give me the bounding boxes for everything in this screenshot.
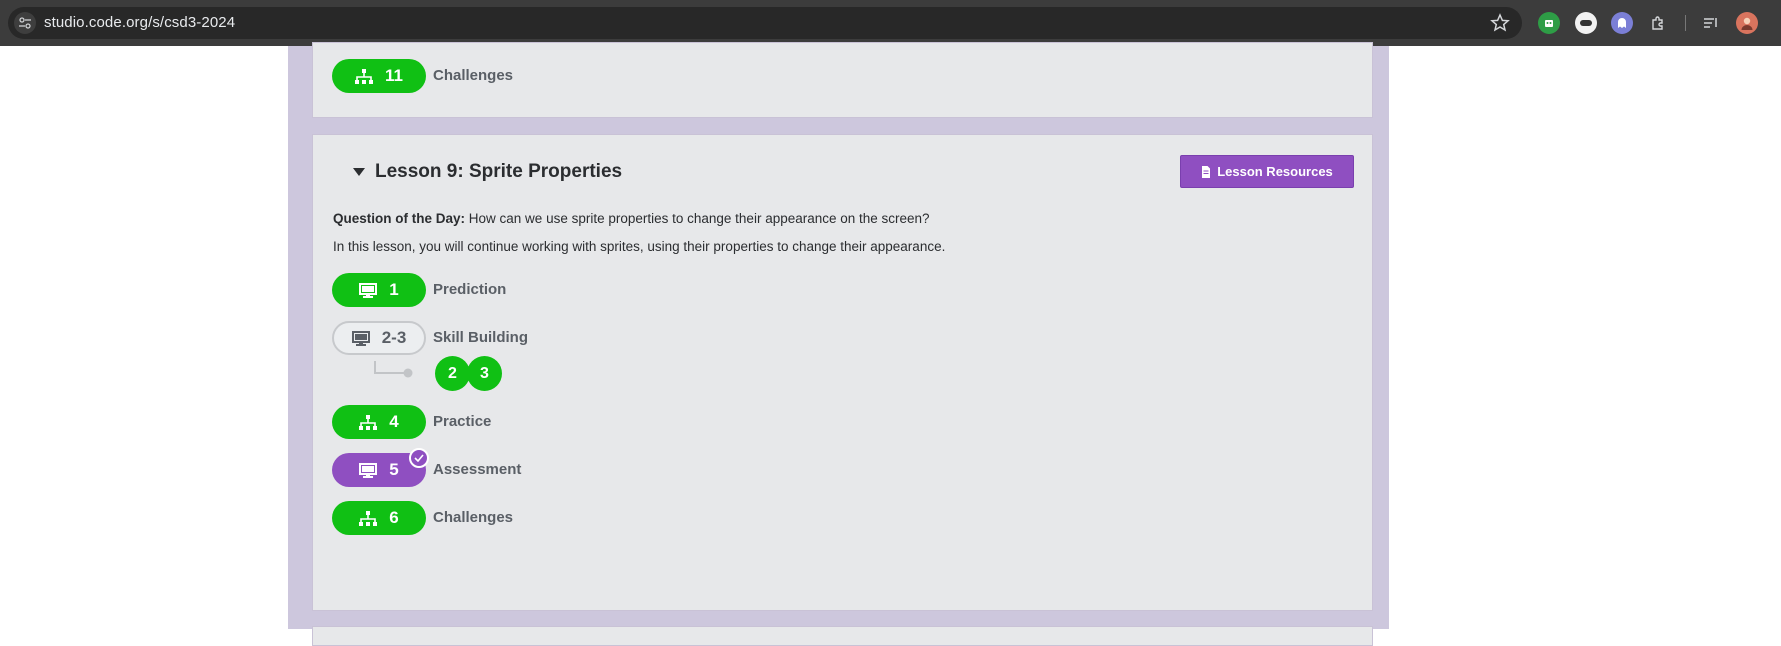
lesson-title-text: Lesson 9: Sprite Properties — [375, 161, 623, 182]
bookmark-star-icon[interactable] — [1490, 13, 1510, 33]
url-text[interactable]: studio.code.org/s/csd3-2024 — [44, 14, 235, 31]
level-label: Challenges — [433, 509, 514, 526]
lesson-card: Lesson 9: Sprite Properties Lesson Resou… — [312, 134, 1373, 611]
checkmark-badge-icon — [409, 448, 429, 468]
sublevel-bubble-3[interactable]: 3 — [467, 356, 502, 391]
next-lesson-card — [312, 626, 1373, 646]
extensions-puzzle-icon[interactable] — [1647, 12, 1669, 34]
hierarchy-icon — [359, 414, 378, 430]
monitor-icon — [359, 282, 378, 298]
level-pill-1[interactable]: 1 — [332, 273, 426, 307]
level-label: Challenges — [433, 67, 514, 84]
level-pill-6[interactable]: 6 — [332, 501, 426, 535]
level-label: Assessment — [433, 461, 522, 478]
robot-extension-icon[interactable] — [1538, 12, 1560, 34]
site-info-icon[interactable] — [14, 12, 36, 34]
level-pill-11[interactable]: 11 — [332, 59, 426, 93]
level-number: 1 — [389, 280, 399, 299]
lesson-title[interactable]: Lesson 9: Sprite Properties — [353, 161, 622, 183]
question-label: Question of the Day: — [333, 211, 466, 226]
ghost-extension-icon[interactable] — [1611, 12, 1633, 34]
level-label: Practice — [433, 413, 492, 430]
profile-avatar[interactable] — [1736, 12, 1758, 34]
lesson-resources-label: Lesson Resources — [1217, 164, 1333, 179]
previous-lesson-card: 11 Challenges — [312, 42, 1373, 118]
lesson-description: In this lesson, you will continue workin… — [333, 239, 946, 254]
level-label: Prediction — [433, 281, 507, 298]
document-icon — [1202, 165, 1211, 178]
media-queue-icon[interactable] — [1700, 12, 1722, 34]
level-label: Skill Building — [433, 329, 529, 346]
sublevel-connector — [374, 361, 413, 378]
level-number: 5 — [389, 460, 399, 479]
browser-toolbar: studio.code.org/s/csd3-2024 — [0, 0, 1781, 46]
monitor-icon — [359, 462, 378, 478]
hierarchy-icon — [355, 68, 373, 84]
address-bar[interactable]: studio.code.org/s/csd3-2024 — [8, 7, 1522, 39]
level-pill-4[interactable]: 4 — [332, 405, 426, 439]
sublevel-bubble-2[interactable]: 2 — [435, 356, 470, 391]
level-number: 4 — [389, 412, 399, 431]
toolbar-separator — [1685, 15, 1686, 31]
level-number: 2-3 — [381, 328, 407, 347]
gamepad-extension-icon[interactable] — [1575, 12, 1597, 34]
hierarchy-icon — [359, 510, 378, 526]
question-of-the-day: Question of the Day: How can we use spri… — [333, 211, 930, 226]
monitor-icon — [351, 330, 370, 346]
question-text: How can we use sprite properties to chan… — [468, 211, 930, 226]
level-number: 6 — [389, 508, 399, 527]
level-pill-2-3[interactable]: 2-3 — [332, 321, 426, 355]
lesson-list-column: 11 Challenges Lesson 9: Sprite Propertie… — [288, 42, 1389, 646]
caret-down-icon[interactable] — [353, 168, 365, 176]
lesson-resources-button[interactable]: Lesson Resources — [1180, 155, 1354, 188]
level-number: 11 — [385, 66, 403, 85]
